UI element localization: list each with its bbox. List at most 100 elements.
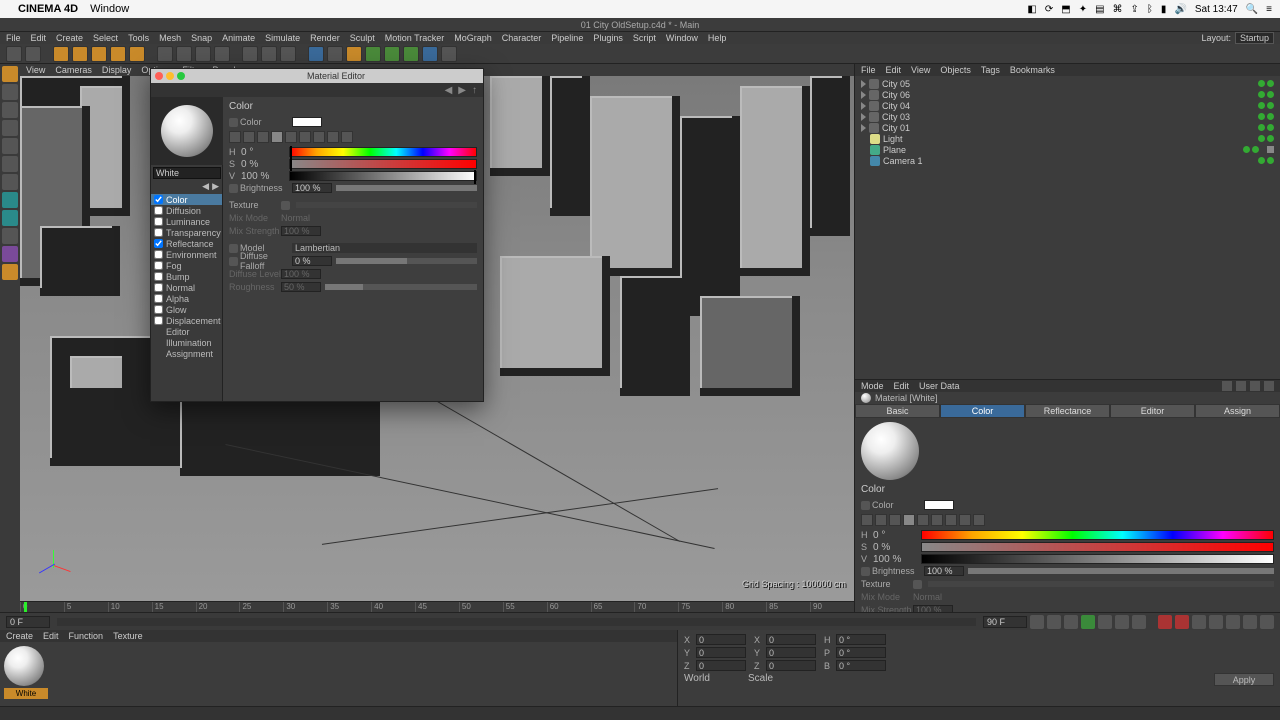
render-view-button[interactable] xyxy=(242,46,258,62)
menubar-icon[interactable]: ▤ xyxy=(1095,4,1104,15)
brightness-slider[interactable] xyxy=(968,568,1274,574)
texture-menu-icon[interactable] xyxy=(913,580,922,589)
layout-dropdown[interactable]: Startup xyxy=(1235,32,1274,44)
picker-mode-icon[interactable] xyxy=(931,514,943,526)
app-menubar[interactable]: File Edit Create Select Tools Mesh Snap … xyxy=(0,32,1280,44)
coord-size-dropdown[interactable]: Scale xyxy=(748,673,804,686)
light-button[interactable] xyxy=(441,46,457,62)
picker-mode-icon[interactable] xyxy=(257,131,269,143)
color-swatch[interactable] xyxy=(292,117,322,127)
next-arrow-icon[interactable]: ▶ xyxy=(212,181,219,192)
channel-checkbox[interactable] xyxy=(154,228,163,237)
channel-illumination[interactable]: Illumination xyxy=(151,337,222,348)
disclosure-icon[interactable] xyxy=(861,80,866,88)
apply-button[interactable]: Apply xyxy=(1214,673,1274,686)
channel-checkbox[interactable] xyxy=(154,261,163,270)
menubar-volume-icon[interactable]: 🔊 xyxy=(1174,4,1186,15)
menu-item[interactable]: Animate xyxy=(222,33,255,43)
generator-button[interactable] xyxy=(365,46,381,62)
disclosure-icon[interactable] xyxy=(861,124,866,132)
picker-mode-icon[interactable] xyxy=(917,514,929,526)
timeline-ruler[interactable]: 0 5 10 15 20 25 30 35 40 45 50 55 60 65 … xyxy=(20,601,854,612)
channel-fog[interactable]: Fog xyxy=(151,260,222,271)
autokey-button[interactable] xyxy=(1175,615,1189,629)
disclosure-icon[interactable] xyxy=(861,113,866,121)
channel-checkbox[interactable] xyxy=(154,316,163,325)
tab-editor[interactable]: Editor xyxy=(1110,404,1195,418)
zoom-icon[interactable] xyxy=(177,72,185,80)
minimize-icon[interactable] xyxy=(166,72,174,80)
channel-checkbox[interactable] xyxy=(154,195,163,204)
picker-mode-icon[interactable] xyxy=(327,131,339,143)
tab-color[interactable]: Color xyxy=(940,404,1025,418)
nav-up-icon[interactable] xyxy=(1250,381,1260,391)
hue-slider[interactable] xyxy=(921,530,1274,540)
camera-button[interactable] xyxy=(422,46,438,62)
tab-assign[interactable]: Assign xyxy=(1195,404,1280,418)
picker-mode-icon[interactable] xyxy=(271,131,283,143)
channel-glow[interactable]: Glow xyxy=(151,304,222,315)
picker-mode-icon[interactable] xyxy=(285,131,297,143)
record-button[interactable] xyxy=(1158,615,1172,629)
picker-mode-icon[interactable] xyxy=(875,514,887,526)
quantize-button[interactable] xyxy=(2,246,18,262)
attr-menu-item[interactable]: User Data xyxy=(919,381,960,391)
scale-tool[interactable] xyxy=(91,46,107,62)
object-row[interactable]: City 05 xyxy=(857,78,1278,89)
picker-mode-icon[interactable] xyxy=(243,131,255,143)
eyedropper-icon[interactable] xyxy=(973,514,985,526)
channel-checkbox[interactable] xyxy=(154,250,163,259)
menu-item[interactable]: Help xyxy=(708,33,727,43)
menu-item[interactable]: Tools xyxy=(128,33,149,43)
menubar-spotlight-icon[interactable]: 🔍 xyxy=(1246,4,1258,15)
locked-button[interactable] xyxy=(2,264,18,280)
render-dot-icon[interactable] xyxy=(1267,135,1274,142)
picker-mode-icon[interactable] xyxy=(861,514,873,526)
v-value[interactable]: 100 % xyxy=(873,554,917,565)
menubar-battery-icon[interactable]: ▮ xyxy=(1161,4,1167,15)
key-scale-button[interactable] xyxy=(1209,615,1223,629)
menu-item[interactable]: Render xyxy=(310,33,340,43)
model-mode-button[interactable] xyxy=(2,66,18,82)
channel-checkbox[interactable] xyxy=(154,272,163,281)
menu-item[interactable]: File xyxy=(6,33,21,43)
key-pla-button[interactable] xyxy=(1260,615,1274,629)
snap3d-button[interactable] xyxy=(2,210,18,226)
menu-item[interactable]: Plugins xyxy=(593,33,623,43)
channel-checkbox[interactable] xyxy=(154,294,163,303)
channel-editor[interactable]: Editor xyxy=(151,326,222,337)
menu-item[interactable]: Simulate xyxy=(265,33,300,43)
range-slider[interactable] xyxy=(57,618,976,626)
picker-mode-icon[interactable] xyxy=(299,131,311,143)
menubar-wifi-icon[interactable]: ⇪ xyxy=(1131,4,1139,15)
next-frame-button[interactable] xyxy=(1098,615,1112,629)
attr-menu-item[interactable]: Edit xyxy=(894,381,910,391)
coord-sz-input[interactable]: 0 xyxy=(766,660,816,671)
channel-reflectance[interactable]: Reflectance xyxy=(151,238,222,249)
vp-menu-item[interactable]: View xyxy=(26,65,45,75)
visibility-dot-icon[interactable] xyxy=(1258,102,1265,109)
menu-item[interactable]: Snap xyxy=(191,33,212,43)
h-value[interactable]: 0 ° xyxy=(873,530,917,541)
nav-up-icon[interactable]: ↑ xyxy=(472,85,477,96)
val-slider[interactable] xyxy=(921,554,1274,564)
menubar-clock[interactable]: Sat 13:47 xyxy=(1195,4,1238,15)
anim-dot-icon[interactable] xyxy=(229,244,238,253)
menu-item[interactable]: MoGraph xyxy=(454,33,492,43)
environment-button[interactable] xyxy=(403,46,419,62)
channel-displacement[interactable]: Displacement xyxy=(151,315,222,326)
menubar-icon[interactable]: ◧ xyxy=(1027,4,1036,15)
goto-end-button[interactable] xyxy=(1132,615,1146,629)
render-dot-icon[interactable] xyxy=(1267,124,1274,131)
tag-icon[interactable] xyxy=(1267,146,1274,153)
mac-menu-window[interactable]: Window xyxy=(90,3,129,15)
texture-slot[interactable] xyxy=(296,202,477,208)
object-row[interactable]: Light xyxy=(857,133,1278,144)
visibility-dot-icon[interactable] xyxy=(1258,135,1265,142)
cube-primitive-button[interactable] xyxy=(308,46,324,62)
channel-transparency[interactable]: Transparency xyxy=(151,227,222,238)
mm-menu-item[interactable]: Edit xyxy=(43,631,59,641)
nav-fwd-icon[interactable] xyxy=(1236,381,1246,391)
menu-item[interactable]: Pipeline xyxy=(551,33,583,43)
s-value[interactable]: 0 % xyxy=(873,542,917,553)
